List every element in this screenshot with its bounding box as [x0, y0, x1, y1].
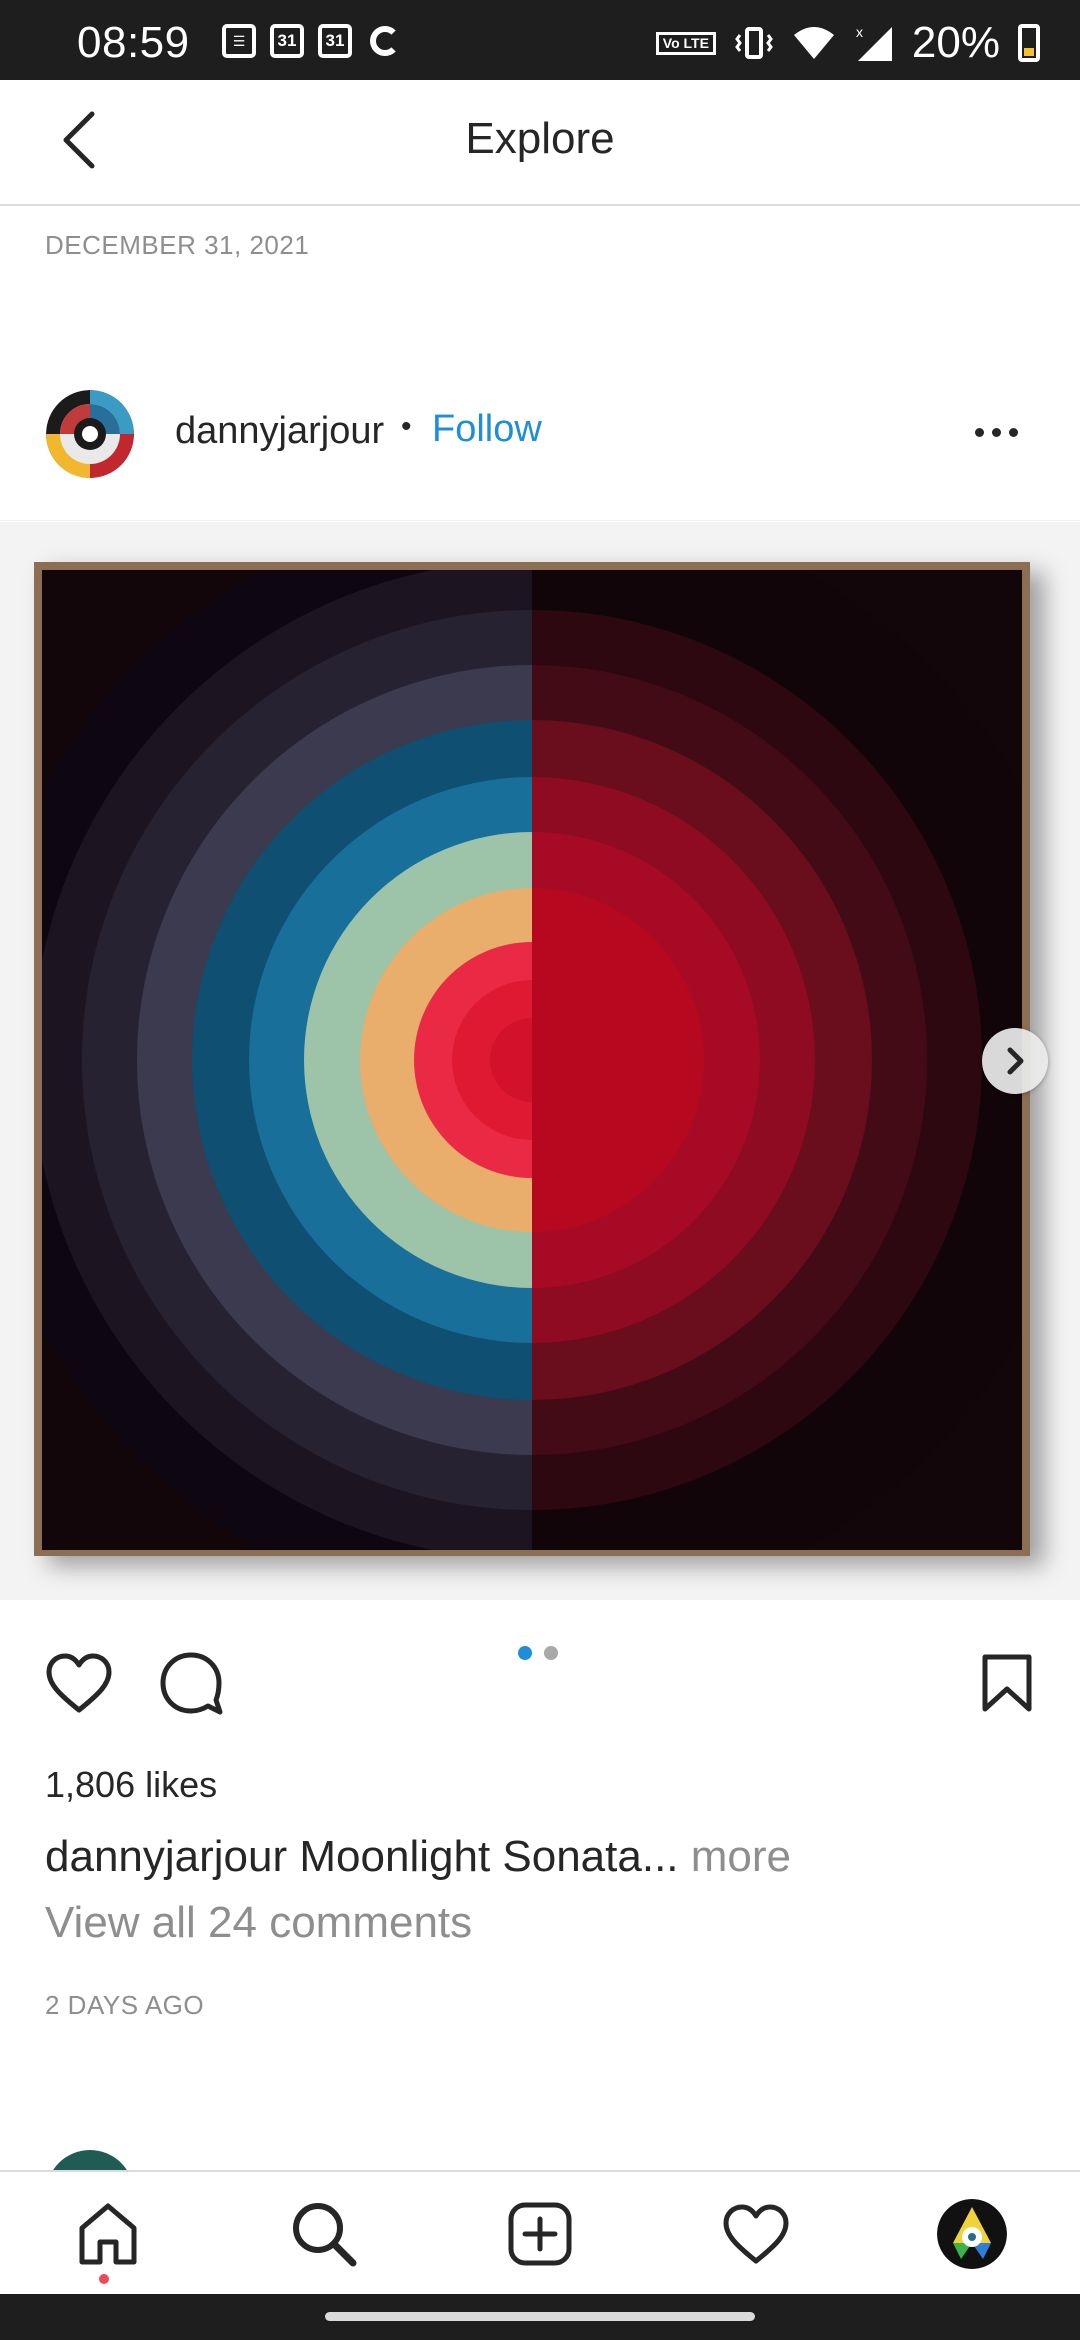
nav-activity[interactable]: [714, 2192, 798, 2276]
bottom-nav: [0, 2170, 1080, 2296]
post-author-avatar[interactable]: [46, 390, 134, 478]
caption-text: Moonlight Sonata...: [299, 1832, 679, 1881]
heart-icon: [46, 1653, 112, 1713]
feed-date: DECEMBER 31, 2021: [45, 230, 310, 260]
profile-avatar: [937, 2199, 1007, 2269]
post-header: dannyjarjour • Follow: [0, 380, 1080, 521]
more-dot-icon: [992, 428, 1001, 437]
gesture-handle[interactable]: [325, 2312, 755, 2321]
page-title: Explore: [465, 114, 615, 163]
more-options-button[interactable]: [975, 428, 1018, 437]
battery-percent: 20%: [911, 18, 1000, 67]
sync-icon: [370, 26, 400, 56]
caption-username[interactable]: dannyjarjour: [45, 1832, 287, 1881]
status-system-icons: Vo LTE x 20%: [655, 18, 1040, 68]
vibrate-icon: [735, 27, 773, 59]
separator-dot: •: [401, 410, 412, 443]
caption-more-link[interactable]: more: [691, 1832, 791, 1881]
nav-search[interactable]: [282, 2192, 366, 2276]
search-icon: [293, 2203, 357, 2267]
carousel-dot-active: [518, 1646, 532, 1660]
carousel-indicator: [518, 1646, 558, 1660]
top-bar: Explore: [0, 80, 1080, 206]
nav-home[interactable]: [66, 2192, 150, 2276]
system-gesture-area: [0, 2294, 1080, 2340]
follow-button[interactable]: Follow: [432, 408, 542, 451]
like-button[interactable]: [42, 1646, 116, 1720]
post-caption: dannyjarjour Moonlight Sonata... more: [45, 1832, 791, 1882]
message-notification-icon: ☰: [222, 24, 256, 58]
calendar-notification-icon: 31: [270, 24, 304, 58]
home-notification-dot: [99, 2274, 109, 2284]
bookmark-icon: [982, 1654, 1032, 1712]
battery-icon: [1018, 24, 1040, 62]
status-bar: 08:59 ☰ 31 31 Vo LTE x 20%: [0, 0, 1080, 80]
signal-icon: x: [856, 24, 892, 61]
artwork-image: [42, 570, 1022, 1550]
chevron-right-icon: [1007, 1047, 1024, 1075]
calendar-notification-icon-2: 31: [318, 24, 352, 58]
nav-profile[interactable]: [930, 2192, 1014, 2276]
carousel-next-button[interactable]: [982, 1028, 1048, 1094]
status-time: 08:59: [77, 18, 190, 67]
activity-heart-icon: [723, 2204, 789, 2264]
post-actions: [0, 1620, 1080, 1740]
likes-count[interactable]: 1,806 likes: [45, 1764, 217, 1806]
avatar-image: [46, 390, 134, 478]
post-media[interactable]: [0, 522, 1080, 1600]
volte-icon: Vo LTE: [655, 31, 716, 55]
save-button[interactable]: [970, 1646, 1044, 1720]
more-dot-icon: [1009, 428, 1018, 437]
post-username[interactable]: dannyjarjour: [175, 410, 384, 453]
post-timestamp: 2 DAYS AGO: [45, 1990, 205, 2020]
new-post-icon: [508, 2202, 572, 2266]
home-icon: [79, 2203, 137, 2265]
more-dot-icon: [975, 428, 984, 437]
comment-icon: [160, 1652, 223, 1715]
wifi-icon: [793, 27, 834, 59]
nav-new-post[interactable]: [498, 2192, 582, 2276]
carousel-dot: [544, 1646, 558, 1660]
status-notification-icons: ☰ 31 31: [222, 24, 400, 58]
comment-button[interactable]: [154, 1646, 228, 1720]
view-comments-link[interactable]: View all 24 comments: [45, 1898, 472, 1948]
svg-text:x: x: [856, 24, 863, 40]
